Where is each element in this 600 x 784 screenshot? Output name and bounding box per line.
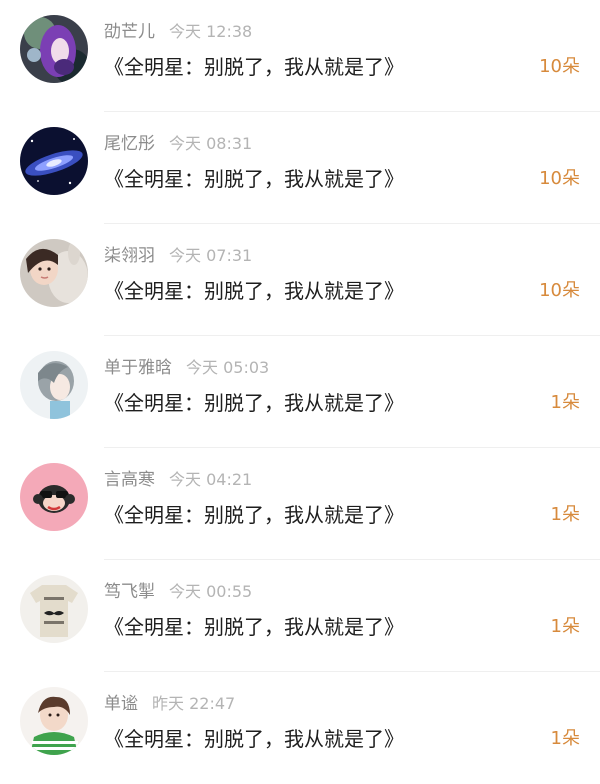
book-title: 《全明星：别脱了，我从就是了》 xyxy=(104,279,404,303)
flower-count: 10朵 xyxy=(539,280,580,301)
user-name[interactable]: 单于雅晗 今天 05:03 xyxy=(104,356,269,380)
user-name-text[interactable]: 单谧 xyxy=(104,694,138,714)
user-name-text[interactable]: 笃飞掣 xyxy=(104,582,155,602)
user-avatar[interactable] xyxy=(20,687,88,755)
book-title: 《全明星：别脱了，我从就是了》 xyxy=(104,503,404,527)
list-item[interactable]: 单谧 昨天 22:47 《全明星：别脱了，我从就是了》 1朵 xyxy=(0,672,600,784)
book-title: 《全明星：别脱了，我从就是了》 xyxy=(104,727,404,751)
flower-count: 10朵 xyxy=(539,168,580,189)
timestamp: 今天 05:03 xyxy=(186,358,270,377)
user-name[interactable]: 劭芒儿 今天 12:38 xyxy=(104,20,252,44)
flower-count: 1朵 xyxy=(550,392,580,413)
user-name-text[interactable]: 言高寒 xyxy=(104,470,155,490)
flower-count: 1朵 xyxy=(550,616,580,637)
user-avatar[interactable] xyxy=(20,15,88,83)
user-name[interactable]: 言高寒 今天 04:21 xyxy=(104,468,252,492)
galaxy-avatar xyxy=(20,127,88,195)
list-item[interactable]: 笃飞掣 今天 00:55 《全明星：别脱了，我从就是了》 1朵 xyxy=(0,560,600,672)
timestamp: 昨天 22:47 xyxy=(152,694,236,713)
purple-hair-girl-avatar xyxy=(20,15,88,83)
user-avatar[interactable] xyxy=(20,351,88,419)
bonjour-shirt-avatar xyxy=(20,575,88,643)
user-avatar[interactable] xyxy=(20,239,88,307)
user-name[interactable]: 尾忆彤 今天 08:31 xyxy=(104,132,252,156)
user-avatar[interactable] xyxy=(20,575,88,643)
sketch-girl-avatar xyxy=(20,351,88,419)
book-title: 《全明星：别脱了，我从就是了》 xyxy=(104,55,404,79)
flower-count: 10朵 xyxy=(539,56,580,77)
timestamp: 今天 08:31 xyxy=(169,134,253,153)
user-name[interactable]: 单谧 昨天 22:47 xyxy=(104,692,235,716)
user-name[interactable]: 笃飞掣 今天 00:55 xyxy=(104,580,252,604)
user-name[interactable]: 柒翎羽 今天 07:31 xyxy=(104,244,252,268)
user-name-text[interactable]: 单于雅晗 xyxy=(104,358,172,378)
timestamp: 今天 00:55 xyxy=(169,582,253,601)
list-item[interactable]: 尾忆彤 今天 08:31 《全明星：别脱了，我从就是了》 10朵 xyxy=(0,112,600,224)
timestamp: 今天 07:31 xyxy=(169,246,253,265)
gift-record-list: 劭芒儿 今天 12:38 《全明星：别脱了，我从就是了》 10朵 尾忆彤 今天 08… xyxy=(0,0,600,780)
list-item[interactable]: 劭芒儿 今天 12:38 《全明星：别脱了，我从就是了》 10朵 xyxy=(0,0,600,112)
list-item[interactable]: 柒翎羽 今天 07:31 《全明星：别脱了，我从就是了》 10朵 xyxy=(0,224,600,336)
user-name-text[interactable]: 劭芒儿 xyxy=(104,22,155,42)
list-item[interactable]: 单于雅晗 今天 05:03 《全明星：别脱了，我从就是了》 1朵 xyxy=(0,336,600,448)
flower-count: 1朵 xyxy=(550,504,580,525)
girl-with-plush-avatar xyxy=(20,239,88,307)
book-title: 《全明星：别脱了，我从就是了》 xyxy=(104,391,404,415)
timestamp: 今天 12:38 xyxy=(169,22,253,41)
book-title: 《全明星：别脱了，我从就是了》 xyxy=(104,167,404,191)
monkey-sunglasses-avatar xyxy=(20,463,88,531)
user-name-text[interactable]: 尾忆彤 xyxy=(104,134,155,154)
timestamp: 今天 04:21 xyxy=(169,470,253,489)
girl-green-shirt-avatar xyxy=(20,687,88,755)
flower-count: 1朵 xyxy=(550,728,580,749)
book-title: 《全明星：别脱了，我从就是了》 xyxy=(104,615,404,639)
user-avatar[interactable] xyxy=(20,127,88,195)
list-item[interactable]: 言高寒 今天 04:21 《全明星：别脱了，我从就是了》 1朵 xyxy=(0,448,600,560)
user-avatar[interactable] xyxy=(20,463,88,531)
user-name-text[interactable]: 柒翎羽 xyxy=(104,246,155,266)
